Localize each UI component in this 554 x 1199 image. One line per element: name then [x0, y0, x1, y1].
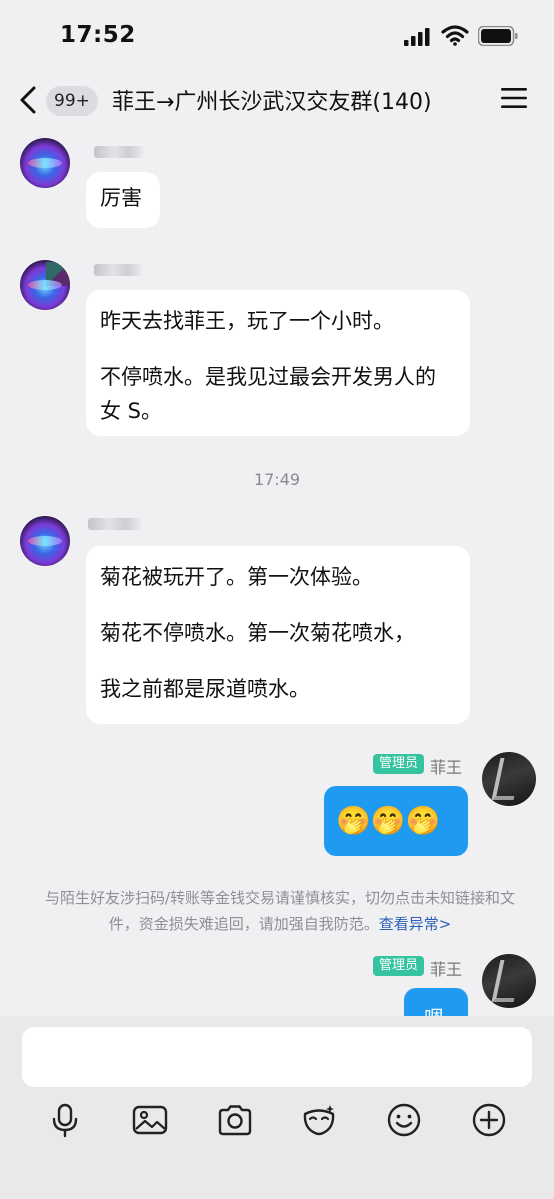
message-paragraph: 不停喷水。是我见过最会开发男人的女 S。 — [100, 365, 436, 423]
message-bubble[interactable]: 菊花被玩开了。第一次体验。 菊花不停喷水。第一次菊花喷水， 我之前都是尿道喷水。 — [86, 546, 470, 724]
camera-icon[interactable] — [217, 1102, 253, 1138]
sender-avatar[interactable] — [20, 138, 70, 188]
view-anomaly-link[interactable]: 查看异常> — [379, 915, 452, 933]
status-bar: 17:52 — [0, 0, 554, 72]
admin-role-badge: 管理员 — [373, 956, 425, 976]
sender-avatar[interactable] — [20, 260, 70, 310]
input-panel — [0, 1016, 554, 1199]
message-paragraph: 昨天去找菲王，玩了一个小时。 — [100, 309, 394, 333]
sender-name: 菲王 — [430, 758, 463, 777]
signal-icon — [404, 28, 430, 46]
back-arrow-icon[interactable] — [14, 82, 44, 118]
message-list[interactable]: 厉害 昨天去找菲王，玩了一个小时。 不停喷水。是我见过最会开发男人的女 S。 1… — [0, 128, 554, 1016]
message-paragraph: 菊花不停喷水。第一次菊花喷水， — [100, 621, 415, 645]
status-time: 17:52 — [60, 22, 136, 48]
battery-icon — [478, 26, 518, 46]
message-input[interactable] — [22, 1027, 532, 1087]
unread-count-badge[interactable]: 99+ — [46, 86, 98, 116]
sender-avatar[interactable] — [20, 516, 70, 566]
emoji-content: 🤭🤭🤭 — [336, 804, 441, 837]
emoji-message-bubble[interactable]: 🤭🤭🤭 — [324, 786, 468, 856]
wifi-icon — [441, 25, 469, 46]
microphone-icon[interactable] — [47, 1102, 83, 1138]
chat-header: 99+ 菲王→广州长沙武汉交友群(140) — [0, 72, 554, 128]
mask-icon[interactable] — [301, 1102, 337, 1138]
image-icon[interactable] — [132, 1102, 168, 1138]
message-text: 厉害 — [100, 186, 142, 210]
blurred-sender-name — [88, 518, 142, 530]
message-paragraph: 菊花被玩开了。第一次体验。 — [100, 565, 373, 589]
message-bubble[interactable]: 厉害 — [86, 172, 160, 228]
menu-icon[interactable] — [500, 86, 528, 110]
sender-name: 菲王 — [430, 960, 463, 979]
mosaic-overlay — [46, 262, 70, 286]
message-text: 嗯 — [424, 1002, 444, 1016]
message-bubble[interactable]: 昨天去找菲王，玩了一个小时。 不停喷水。是我见过最会开发男人的女 S。 — [86, 290, 470, 436]
admin-avatar[interactable] — [482, 954, 536, 1008]
message-timestamp: 17:49 — [253, 470, 301, 489]
safety-notice: 与陌生好友涉扫码/转账等金钱交易请谨慎核实，切勿点击未知链接和文件，资金损失难追… — [30, 885, 530, 937]
blurred-sender-name — [94, 264, 142, 276]
admin-avatar[interactable] — [482, 752, 536, 806]
message-bubble[interactable]: 嗯 — [404, 988, 468, 1016]
blurred-sender-name — [94, 146, 144, 158]
admin-role-badge: 管理员 — [373, 754, 425, 774]
group-title[interactable]: 菲王→广州长沙武汉交友群(140) — [112, 84, 432, 116]
message-paragraph: 我之前都是尿道喷水。 — [100, 677, 310, 701]
plus-icon[interactable] — [471, 1102, 507, 1138]
emoji-face-icon[interactable] — [386, 1102, 422, 1138]
